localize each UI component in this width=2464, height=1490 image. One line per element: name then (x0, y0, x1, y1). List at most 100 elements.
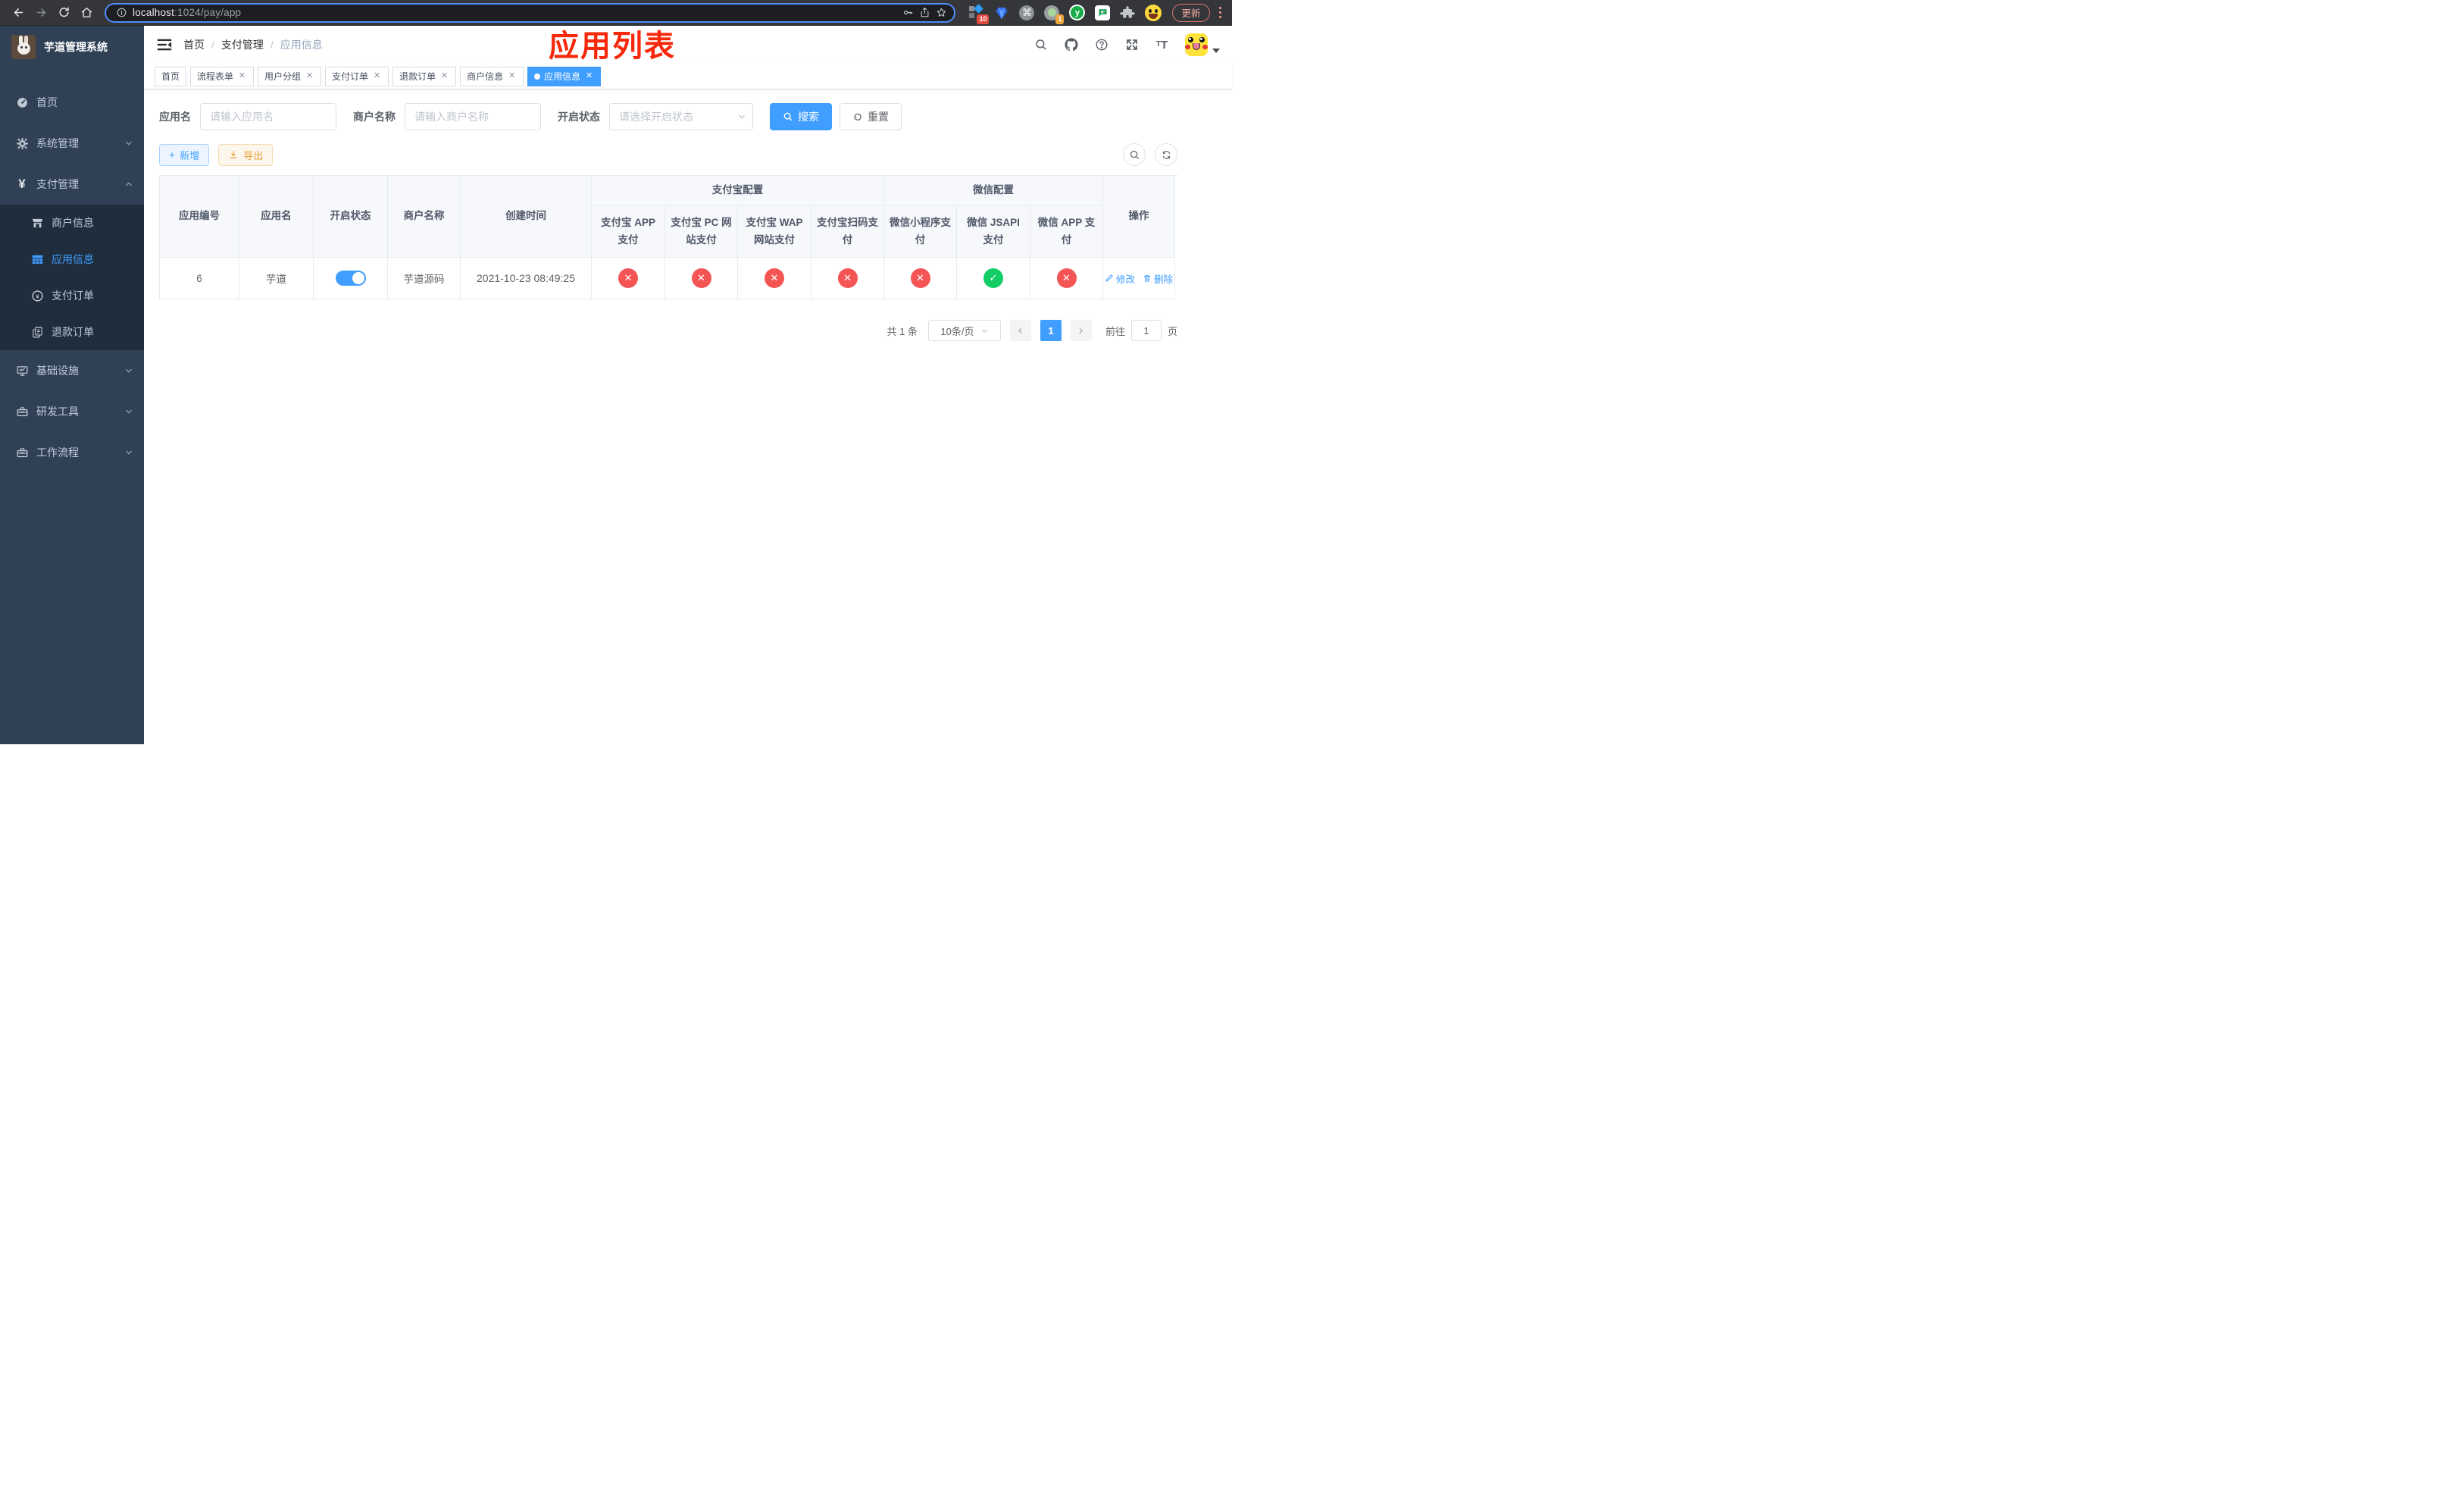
sidebar-item-payment[interactable]: ¥ 支付管理 (0, 164, 144, 205)
browser-reload-button[interactable] (53, 2, 74, 23)
close-icon[interactable]: ✕ (507, 71, 517, 81)
col-header-alipay-pc: 支付宝 PC 网站支付 (665, 206, 738, 258)
sidebar-item-pay-orders[interactable]: ¥ 支付订单 (0, 277, 144, 314)
export-button[interactable]: 导出 (218, 143, 274, 166)
help-icon[interactable] (1094, 38, 1108, 52)
chevron-down-icon (126, 368, 132, 373)
breadcrumb-payment[interactable]: 支付管理 (221, 37, 264, 52)
close-icon[interactable]: ✕ (372, 71, 382, 81)
font-size-icon[interactable]: TT (1155, 38, 1169, 52)
tab-pay-orders[interactable]: 支付订单 ✕ (325, 66, 389, 86)
tab-refund-orders[interactable]: 退款订单 ✕ (392, 66, 457, 86)
col-header-merchant: 商户名称 (388, 176, 461, 258)
browser-menu-button[interactable] (1216, 6, 1225, 19)
status-select[interactable] (609, 103, 753, 130)
merchant-name-label: 商户名称 (353, 111, 396, 123)
back-arrow-icon (14, 8, 23, 17)
profile-emoji-avatar[interactable] (1145, 4, 1162, 21)
edit-link[interactable]: 修改 (1105, 271, 1135, 286)
extensions-puzzle-icon[interactable] (1120, 5, 1136, 20)
breadcrumb-home[interactable]: 首页 (183, 37, 205, 52)
sidebar-item-infrastructure[interactable]: 基础设施 (0, 350, 144, 391)
row-alipay-app-cell (592, 258, 665, 299)
bookmark-star-icon[interactable] (933, 5, 949, 20)
next-page-button[interactable] (1070, 320, 1092, 341)
search-form: 应用名 商户名称 开启状态 搜索 (159, 103, 1232, 130)
tab-user-group[interactable]: 用户分组 ✕ (258, 66, 322, 86)
prev-page-button[interactable] (1009, 320, 1031, 341)
close-icon[interactable]: ✕ (237, 71, 247, 81)
github-icon[interactable] (1064, 38, 1078, 52)
extension-chat-icon[interactable] (1095, 5, 1111, 20)
sidebar-item-app-info[interactable]: 应用信息 (0, 241, 144, 277)
breadcrumb-separator: / (270, 39, 274, 51)
tab-label: 支付订单 (332, 71, 369, 82)
row-wx-jsapi-cell (957, 258, 1030, 299)
col-header-alipay-app: 支付宝 APP 支付 (592, 206, 665, 258)
browser-back-button[interactable] (8, 2, 29, 23)
header-search-icon[interactable] (1033, 38, 1048, 52)
sidebar-item-dev-tools[interactable]: 研发工具 (0, 391, 144, 432)
tab-merchant-info[interactable]: 商户信息 ✕ (460, 66, 524, 86)
address-bar[interactable]: localhost:1024/pay/app (105, 2, 956, 23)
extension-target-icon[interactable]: 1 (1044, 5, 1065, 24)
app-name-input[interactable] (200, 103, 336, 130)
refresh-table-button[interactable] (1155, 143, 1177, 166)
page-size-select[interactable]: 10条/页 (927, 320, 1001, 341)
toggle-search-button[interactable] (1123, 143, 1146, 166)
share-icon[interactable] (916, 5, 933, 20)
row-alipay-qr-cell (811, 258, 884, 299)
search-button[interactable]: 搜索 (770, 103, 832, 130)
tab-process-form[interactable]: 流程表单 ✕ (190, 66, 255, 86)
edit-label: 修改 (1115, 274, 1135, 285)
fullscreen-icon[interactable] (1124, 38, 1139, 52)
sidebar-logo[interactable]: 芋道管理系统 (0, 26, 144, 68)
home-icon (81, 8, 92, 17)
delete-link[interactable]: 删除 (1143, 271, 1173, 286)
merchant-name-input[interactable] (405, 103, 541, 130)
user-menu[interactable] (1185, 33, 1220, 56)
total-count: 共 1 条 (886, 325, 918, 337)
page-content: 应用名 商户名称 开启状态 搜索 (144, 89, 1232, 341)
svg-text:¥: ¥ (36, 293, 39, 299)
chevron-down-icon (126, 141, 132, 146)
browser-forward-button[interactable] (30, 2, 52, 23)
url-path: :1024/pay/app (174, 7, 242, 18)
sidebar-item-workflow[interactable]: 工作流程 (0, 432, 144, 473)
tab-home[interactable]: 首页 (155, 66, 187, 86)
row-alipay-pc-cell (665, 258, 738, 299)
reset-button[interactable]: 重置 (840, 103, 902, 130)
status-label: 开启状态 (558, 111, 600, 123)
extension-blocks-icon[interactable]: 10 (969, 3, 990, 24)
status-select-input[interactable] (609, 103, 753, 130)
page-number-1[interactable]: 1 (1040, 320, 1062, 341)
sidebar-item-system[interactable]: 系统管理 (0, 123, 144, 164)
breadcrumb-current: 应用信息 (280, 39, 323, 51)
extension-command-icon[interactable]: ⌘ (1019, 5, 1035, 20)
extension-y-icon[interactable]: y (1069, 5, 1086, 20)
status-toggle[interactable] (335, 271, 366, 286)
tab-app-info[interactable]: 应用信息 ✕ (527, 66, 602, 86)
browser-home-button[interactable] (76, 2, 97, 23)
filter-app-name: 应用名 (159, 103, 336, 130)
site-info-icon[interactable] (113, 5, 130, 20)
close-icon[interactable]: ✕ (584, 71, 594, 81)
sidebar-fold-icon[interactable] (156, 36, 173, 53)
tab-label: 用户分组 (264, 71, 302, 82)
row-alipay-wap-cell (738, 258, 811, 299)
browser-update-button[interactable]: 更新 (1172, 3, 1210, 22)
chevron-up-icon (126, 182, 132, 186)
extension-icons: 10 ⌘ 1 y (963, 3, 1168, 24)
close-icon[interactable]: ✕ (439, 71, 449, 81)
password-key-icon[interactable] (899, 5, 916, 20)
gear-icon (15, 136, 29, 150)
sidebar-item-merchant-info[interactable]: 商户信息 (0, 205, 144, 241)
extension-gem-icon[interactable] (994, 5, 1009, 20)
sidebar-item-home[interactable]: 首页 (0, 82, 144, 123)
goto-page-input[interactable] (1130, 320, 1162, 341)
sidebar-item-refund-orders[interactable]: 退款订单 (0, 314, 144, 350)
add-button[interactable]: + 新增 (159, 143, 210, 166)
url-text[interactable]: localhost:1024/pay/app (130, 7, 899, 18)
close-icon[interactable]: ✕ (305, 71, 314, 81)
tab-label: 退款订单 (399, 71, 436, 82)
